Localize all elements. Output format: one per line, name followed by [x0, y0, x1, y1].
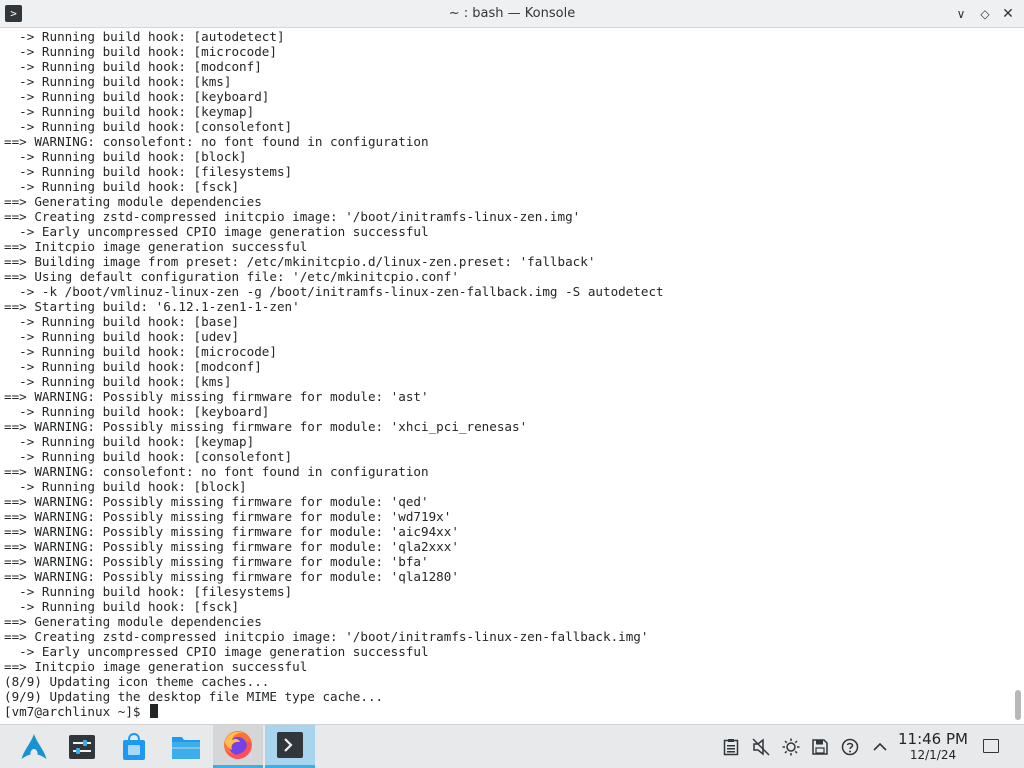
- terminal-line: ==> WARNING: Possibly missing firmware f…: [4, 554, 429, 569]
- terminal-line: -> Running build hook: [keyboard]: [4, 404, 270, 419]
- terminal-line: -> Running build hook: [modconf]: [4, 359, 262, 374]
- terminal-line: -> Running build hook: [filesystems]: [4, 584, 293, 599]
- terminal-line: ==> WARNING: Possibly missing firmware f…: [4, 389, 429, 404]
- window-title: ~ : bash — Konsole: [448, 6, 576, 21]
- disk-icon[interactable]: [810, 737, 830, 757]
- expand-tray-icon[interactable]: [870, 737, 890, 757]
- minimize-button[interactable]: ∨: [953, 6, 969, 22]
- terminal-view[interactable]: -> Running build hook: [autodetect] -> R…: [0, 28, 1024, 724]
- clipboard-icon[interactable]: [721, 737, 741, 757]
- terminal-line: ==> Creating zstd-compressed initcpio im…: [4, 209, 581, 224]
- dolphin-file-manager-icon: [172, 736, 200, 759]
- clock-time: 11:46 PM: [898, 730, 968, 748]
- terminal-line: -> Running build hook: [consolefont]: [4, 119, 293, 134]
- terminal-line: -> Running build hook: [keymap]: [4, 104, 255, 119]
- firefox-icon: [224, 731, 252, 759]
- digital-clock[interactable]: 11:46 PM 12/1/24: [893, 730, 973, 763]
- volume-muted-icon[interactable]: [751, 737, 771, 757]
- terminal-line: (8/9) Updating icon theme caches...: [4, 674, 270, 689]
- prompt-line[interactable]: [vm7@archlinux ~]$: [4, 704, 1010, 719]
- terminal-line: -> Running build hook: [filesystems]: [4, 164, 293, 179]
- terminal-scrollbar[interactable]: [1012, 28, 1024, 724]
- terminal-line: ==> WARNING: Possibly missing firmware f…: [4, 569, 459, 584]
- taskbar: 11:46 PM 12/1/24: [0, 724, 1024, 768]
- help-icon[interactable]: [840, 737, 860, 757]
- terminal-line: ==> Initcpio image generation successful: [4, 659, 308, 674]
- terminal-line: -> Running build hook: [keymap]: [4, 434, 255, 449]
- task-file-manager[interactable]: [161, 725, 211, 768]
- maximize-button[interactable]: ◇: [977, 6, 993, 22]
- terminal-line: -> Running build hook: [keyboard]: [4, 89, 270, 104]
- terminal-line: ==> Starting build: '6.12.1-zen1-1-zen': [4, 299, 300, 314]
- terminal-line: (9/9) Updating the desktop file MIME typ…: [4, 689, 384, 704]
- terminal-line: ==> WARNING: consolefont: no font found …: [4, 134, 429, 149]
- terminal-output: -> Running build hook: [autodetect] -> R…: [4, 29, 1010, 719]
- terminal-line: -> Running build hook: [base]: [4, 314, 240, 329]
- terminal-line: ==> WARNING: consolefont: no font found …: [4, 464, 429, 479]
- brightness-icon[interactable]: [781, 737, 801, 757]
- terminal-line: ==> WARNING: Possibly missing firmware f…: [4, 539, 459, 554]
- konsole-icon: [277, 732, 303, 758]
- terminal-line: -> Running build hook: [fsck]: [4, 179, 240, 194]
- task-firefox[interactable]: [213, 725, 263, 768]
- task-konsole[interactable]: [265, 725, 315, 768]
- scrollbar-thumb[interactable]: [1015, 690, 1021, 720]
- discover-store-icon: [123, 732, 145, 760]
- shell-prompt: [vm7@archlinux ~]$: [4, 704, 149, 719]
- system-settings-icon: [69, 734, 95, 759]
- clock-date: 12/1/24: [909, 748, 957, 762]
- close-button[interactable]: ✕: [1000, 6, 1016, 22]
- terminal-line: -> Running build hook: [microcode]: [4, 344, 277, 359]
- terminal-line: -> Running build hook: [modconf]: [4, 59, 262, 74]
- arch-linux-logo-icon: [21, 733, 47, 759]
- terminal-line: ==> Building image from preset: /etc/mki…: [4, 254, 596, 269]
- task-system-settings[interactable]: [57, 725, 107, 768]
- terminal-line: ==> WARNING: Possibly missing firmware f…: [4, 509, 452, 524]
- terminal-line: ==> WARNING: Possibly missing firmware f…: [4, 419, 528, 434]
- terminal-line: -> Running build hook: [kms]: [4, 374, 232, 389]
- application-launcher[interactable]: [9, 725, 59, 768]
- terminal-line: ==> Creating zstd-compressed initcpio im…: [4, 629, 649, 644]
- window-titlebar[interactable]: > ~ : bash — Konsole ∨ ◇ ✕: [0, 0, 1024, 28]
- terminal-line: -> Running build hook: [udev]: [4, 329, 240, 344]
- show-desktop-button[interactable]: [983, 739, 999, 753]
- text-cursor: [150, 704, 159, 718]
- terminal-line: -> Early uncompressed CPIO image generat…: [4, 224, 429, 239]
- terminal-line: -> Running build hook: [kms]: [4, 74, 232, 89]
- task-discover[interactable]: [109, 725, 159, 768]
- terminal-line: -> Running build hook: [autodetect]: [4, 29, 285, 44]
- terminal-line: ==> Generating module dependencies: [4, 194, 262, 209]
- terminal-line: -> Running build hook: [consolefont]: [4, 449, 293, 464]
- terminal-line: -> Running build hook: [microcode]: [4, 44, 277, 59]
- terminal-line: -> Running build hook: [block]: [4, 149, 247, 164]
- terminal-line: -> Early uncompressed CPIO image generat…: [4, 644, 429, 659]
- terminal-line: ==> WARNING: Possibly missing firmware f…: [4, 524, 459, 539]
- terminal-line: -> Running build hook: [fsck]: [4, 599, 240, 614]
- terminal-line: ==> Initcpio image generation successful: [4, 239, 308, 254]
- terminal-line: -> -k /boot/vmlinuz-linux-zen -g /boot/i…: [4, 284, 664, 299]
- terminal-line: ==> Using default configuration file: '/…: [4, 269, 459, 284]
- terminal-line: ==> WARNING: Possibly missing firmware f…: [4, 494, 429, 509]
- terminal-line: -> Running build hook: [block]: [4, 479, 247, 494]
- terminal-line: ==> Generating module dependencies: [4, 614, 262, 629]
